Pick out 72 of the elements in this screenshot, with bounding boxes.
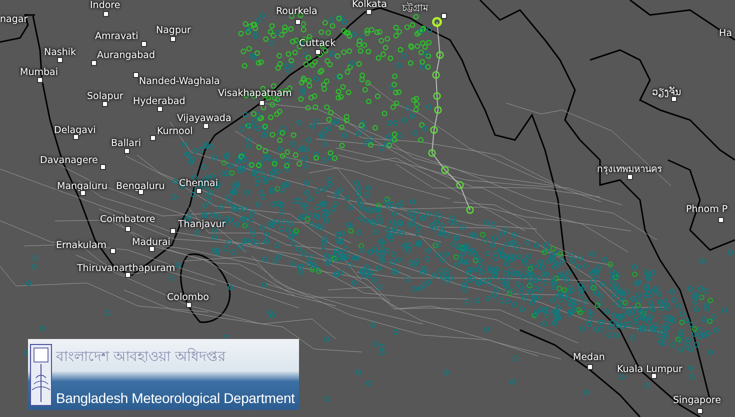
city-marker xyxy=(141,41,147,47)
city-marker xyxy=(124,148,130,154)
city-marker xyxy=(587,364,593,370)
city-marker xyxy=(150,135,156,141)
city-label: Hyderabad xyxy=(133,96,186,107)
city-label: Bengaluru xyxy=(116,181,165,192)
city-label: Cuttack xyxy=(299,38,336,49)
city-marker xyxy=(103,11,109,17)
city-marker xyxy=(138,189,144,195)
city-label: Kolkata xyxy=(352,0,387,10)
city-marker xyxy=(627,174,633,180)
city-label: Kurnool xyxy=(157,126,193,137)
city-label: Aurangabad xyxy=(97,50,156,61)
city-label: Delagavi xyxy=(54,125,96,136)
city-marker xyxy=(91,60,97,66)
city-label: Davanagere xyxy=(40,155,98,166)
banner-title: Bangladesh Meteorological Department xyxy=(56,390,295,406)
city-label: চট্টগ্রাম xyxy=(402,3,429,14)
city-marker xyxy=(697,408,703,414)
city-label: Mumbai xyxy=(20,67,58,78)
city-marker xyxy=(125,226,131,232)
city-label: Thanjavur xyxy=(178,219,226,230)
city-marker xyxy=(186,302,192,308)
city-marker xyxy=(73,134,79,140)
city-marker xyxy=(718,217,724,223)
city-label: Thiruvanarthapuram xyxy=(77,263,176,274)
city-marker xyxy=(133,72,139,78)
city-marker xyxy=(441,13,447,19)
city-label: Kuala Lumpur xyxy=(617,364,682,375)
city-marker xyxy=(196,188,202,194)
city-marker xyxy=(203,123,209,129)
city-marker xyxy=(170,36,176,42)
city-label: Singapore xyxy=(673,395,721,406)
city-marker xyxy=(57,57,63,63)
city-marker xyxy=(149,246,155,252)
city-label: Amravati xyxy=(95,31,138,42)
city-label: Medan xyxy=(573,352,605,363)
city-marker xyxy=(157,106,163,112)
radar-tower-icon xyxy=(30,344,52,406)
city-label: Chennai xyxy=(179,178,218,189)
city-label: Nashik xyxy=(44,47,76,58)
city-label: กรุงเทพมหานคร xyxy=(597,164,662,175)
city-marker xyxy=(37,77,43,83)
city-label: Rourkela xyxy=(276,6,318,17)
city-label: Vijayawada xyxy=(177,113,232,124)
city-marker xyxy=(100,164,106,170)
city-label: Colombo xyxy=(167,292,209,303)
city-marker xyxy=(315,49,321,55)
city-label: ວຽງຈັນ xyxy=(652,87,682,98)
city-label: Solapur xyxy=(87,91,124,102)
city-marker xyxy=(651,373,657,379)
city-marker xyxy=(295,19,301,25)
city-label: Coimbatore xyxy=(100,214,156,225)
city-label: nagar xyxy=(0,14,28,25)
city-marker xyxy=(671,96,677,102)
city-label: Nanded-Waghala xyxy=(139,76,220,87)
city-marker xyxy=(80,190,86,196)
city-label: Ballari xyxy=(111,138,141,149)
city-marker xyxy=(170,228,176,234)
banner-title-bengali: বাংলাদেশ আবহাওয়া অধিদপ্তর xyxy=(56,347,227,367)
city-marker xyxy=(366,9,372,15)
city-label: Ha xyxy=(719,28,732,39)
city-label: Nagpur xyxy=(156,25,191,36)
city-marker xyxy=(110,248,116,254)
city-marker xyxy=(259,100,265,106)
city-label: Phnom P xyxy=(686,204,728,215)
city-label: Ernakulam xyxy=(56,240,107,251)
city-label: Mangaluru xyxy=(57,181,108,192)
city-marker xyxy=(102,101,108,107)
city-label: Madurai xyxy=(132,237,170,248)
city-marker xyxy=(125,272,131,278)
city-label: Indore xyxy=(90,0,120,11)
